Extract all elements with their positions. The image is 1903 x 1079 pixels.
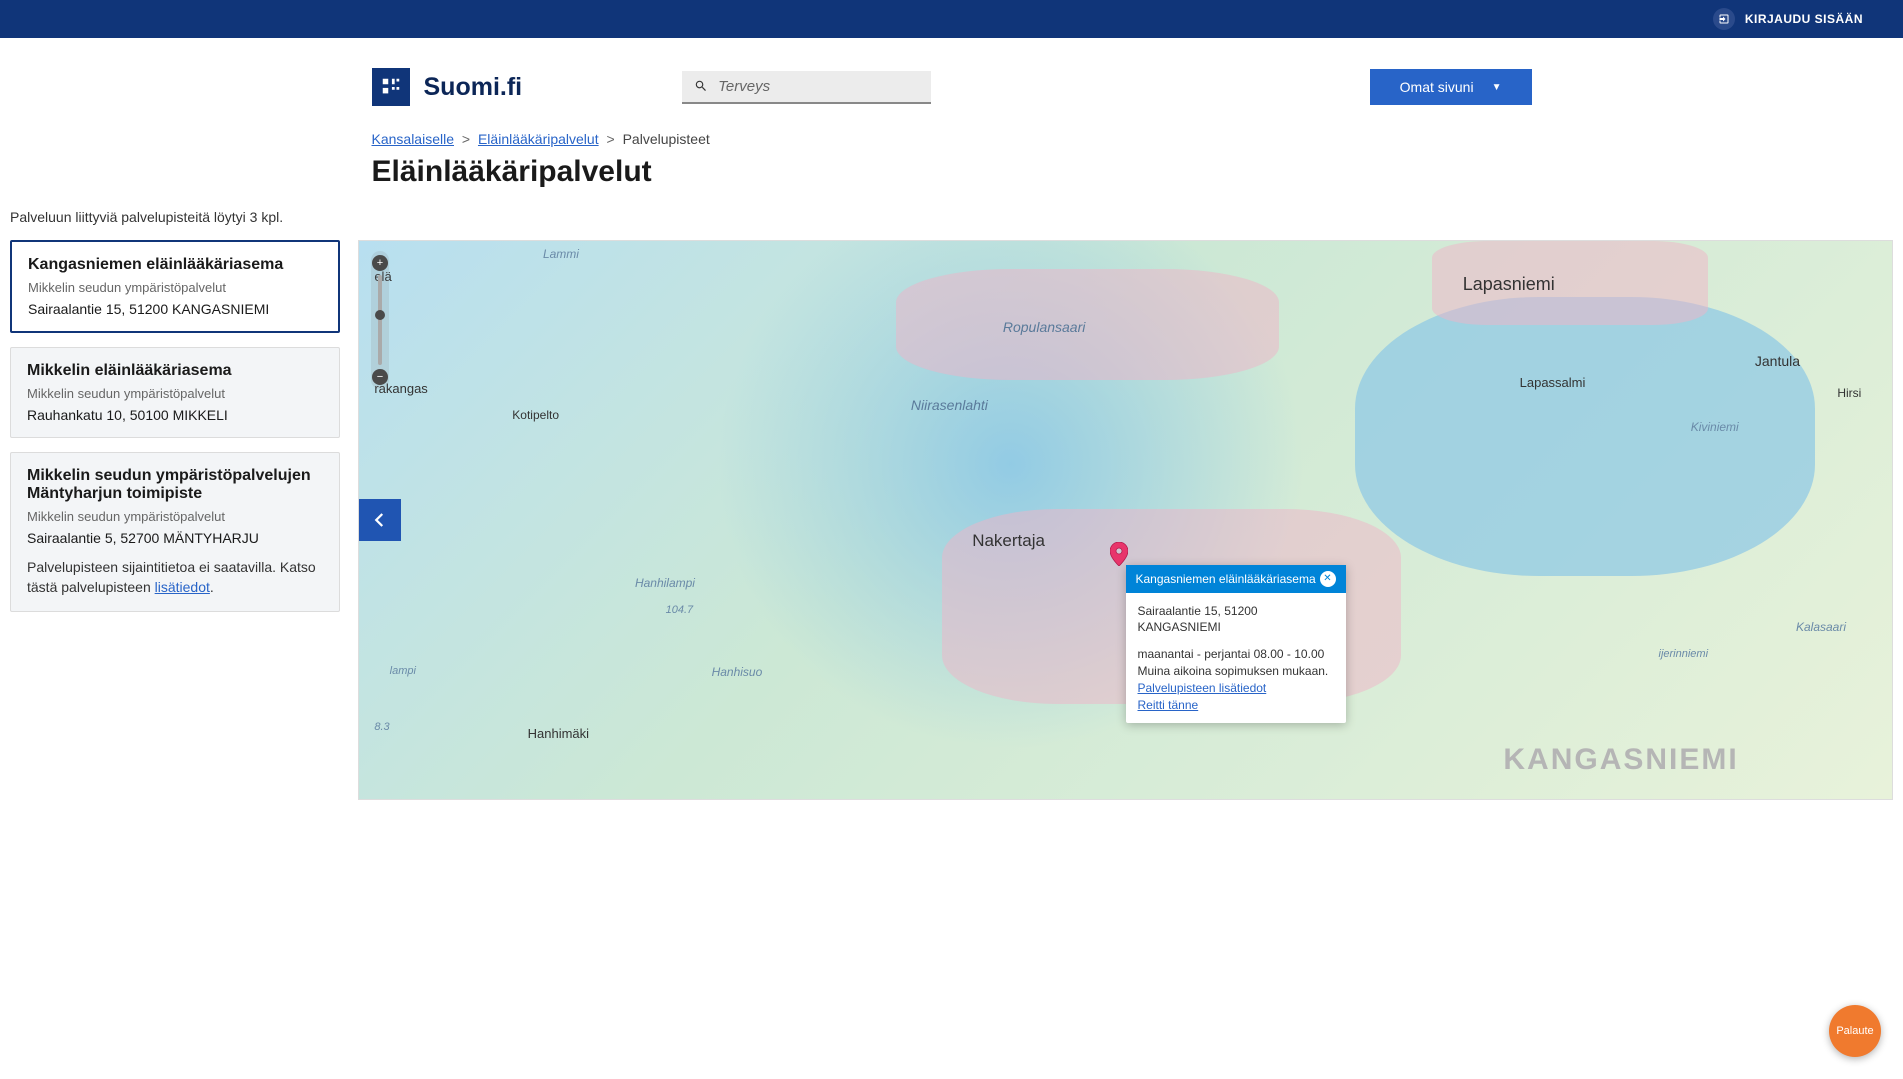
login-label: KIRJAUDU SISÄÄN <box>1745 12 1863 26</box>
result-count: Palveluun liittyviä palvelupisteitä löyt… <box>10 209 1893 225</box>
popup-title: Kangasniemen eläinlääkäriasema <box>1136 572 1316 586</box>
breadcrumb-link[interactable]: Eläinlääkäripalvelut <box>478 131 599 147</box>
map-place-label: Niirasenlahti <box>911 397 988 413</box>
map-place-label: lampi <box>390 665 416 677</box>
zoom-out-button[interactable]: − <box>372 369 388 385</box>
service-card[interactable]: Mikkelin eläinlääkäriasema Mikkelin seud… <box>10 347 340 438</box>
layout: Kangasniemen eläinlääkäriasema Mikkelin … <box>10 240 1893 800</box>
map-popup: Kangasniemen eläinlääkäriasema ✕ Sairaal… <box>1126 565 1346 724</box>
map-city-label: KANGASNIEMI <box>1503 743 1738 777</box>
map-place-label: Lapassalmi <box>1520 375 1586 390</box>
breadcrumb-separator: > <box>607 131 615 147</box>
logo[interactable]: Suomi.fi <box>372 68 523 106</box>
map-place-label: Kalasaari <box>1796 620 1846 634</box>
zoom-control: + − <box>371 251 389 389</box>
search-icon <box>694 79 708 93</box>
map-depth-label: 8.3 <box>374 721 389 733</box>
login-button[interactable]: KIRJAUDU SISÄÄN <box>1713 8 1863 30</box>
map-place-label: Kiviniemi <box>1691 420 1739 434</box>
breadcrumb-link[interactable]: Kansalaiselle <box>372 131 455 147</box>
card-org: Mikkelin seudun ympäristöpalvelut <box>28 280 322 295</box>
map-place-label: Hanhilampi <box>635 576 695 590</box>
popup-address: Sairaalantie 15, 51200 KANGASNIEMI <box>1138 603 1334 637</box>
caret-down-icon: ▼ <box>1492 82 1502 93</box>
card-org: Mikkelin seudun ympäristöpalvelut <box>27 509 323 524</box>
popup-hours: maanantai - perjantai 08.00 - 10.00 <box>1138 646 1334 663</box>
zoom-thumb[interactable] <box>375 310 385 320</box>
card-title: Mikkelin seudun ympäristöpalvelujen Mänt… <box>27 467 323 503</box>
omat-label: Omat sivuni <box>1400 79 1474 95</box>
popup-body: Sairaalantie 15, 51200 KANGASNIEMI maana… <box>1126 593 1346 724</box>
omat-sivuni-button[interactable]: Omat sivuni ▼ <box>1370 69 1532 105</box>
more-info-link[interactable]: lisätiedot <box>155 579 210 595</box>
search-input[interactable] <box>718 78 919 95</box>
map-place-label: Hirsi <box>1837 386 1861 400</box>
card-address: Sairaalantie 15, 51200 KANGASNIEMI <box>28 301 322 317</box>
zoom-in-button[interactable]: + <box>372 255 388 271</box>
popup-route-link[interactable]: Reitti tänne <box>1138 697 1334 714</box>
map-place-label: Hanhimäki <box>528 726 589 741</box>
breadcrumb-separator: > <box>462 131 470 147</box>
map-depth-label: 104.7 <box>666 604 694 616</box>
zoom-slider[interactable] <box>378 275 382 365</box>
service-card[interactable]: Mikkelin seudun ympäristöpalvelujen Mänt… <box>10 452 340 612</box>
content: Palveluun liittyviä palvelupisteitä löyt… <box>0 209 1903 800</box>
popup-details-link[interactable]: Palvelupisteen lisätiedot <box>1138 680 1334 697</box>
page-title: Eläinlääkäripalvelut <box>372 155 1532 189</box>
map-place-label: ijerinniemi <box>1659 648 1709 660</box>
map-place-label: Lapasniemi <box>1463 274 1555 295</box>
map-place-label: Kotipelto <box>512 408 559 422</box>
map-place-label: Jantula <box>1755 353 1800 369</box>
map-place-label: Hanhisuo <box>712 665 763 679</box>
popup-close-button[interactable]: ✕ <box>1320 571 1336 587</box>
map-place-label: Ropulansaari <box>1003 319 1086 335</box>
logo-text: Suomi.fi <box>424 73 523 102</box>
card-note: Palvelupisteen sijaintitietoa ei saatavi… <box>27 558 323 597</box>
search-box[interactable] <box>682 71 931 104</box>
logo-icon <box>372 68 410 106</box>
login-icon <box>1713 8 1735 30</box>
header: Suomi.fi Omat sivuni ▼ <box>372 38 1532 121</box>
popup-note: Muina aikoina sopimuksen mukaan. <box>1138 663 1334 680</box>
breadcrumb-current: Palvelupisteet <box>623 131 710 147</box>
service-card[interactable]: Kangasniemen eläinlääkäriasema Mikkelin … <box>10 240 340 333</box>
popup-header: Kangasniemen eläinlääkäriasema ✕ <box>1126 565 1346 593</box>
sidebar: Kangasniemen eläinlääkäriasema Mikkelin … <box>10 240 340 800</box>
card-title: Kangasniemen eläinlääkäriasema <box>28 256 322 274</box>
map-marker-icon[interactable] <box>1110 542 1128 566</box>
card-title: Mikkelin eläinlääkäriasema <box>27 362 323 380</box>
map[interactable]: Lammi elä Lapasniemi Ropulansaari Jantul… <box>358 240 1893 800</box>
map-place-label: Lammi <box>543 247 579 261</box>
map-place-label: Nakertaja <box>972 531 1045 551</box>
card-address: Rauhankatu 10, 50100 MIKKELI <box>27 407 323 423</box>
collapse-sidebar-button[interactable] <box>359 499 401 541</box>
card-address: Sairaalantie 5, 52700 MÄNTYHARJU <box>27 530 323 546</box>
topbar: KIRJAUDU SISÄÄN <box>0 0 1903 38</box>
breadcrumb: Kansalaiselle > Eläinlääkäripalvelut > P… <box>372 121 1532 155</box>
feedback-button[interactable]: Palaute <box>1829 1005 1881 1057</box>
card-org: Mikkelin seudun ympäristöpalvelut <box>27 386 323 401</box>
